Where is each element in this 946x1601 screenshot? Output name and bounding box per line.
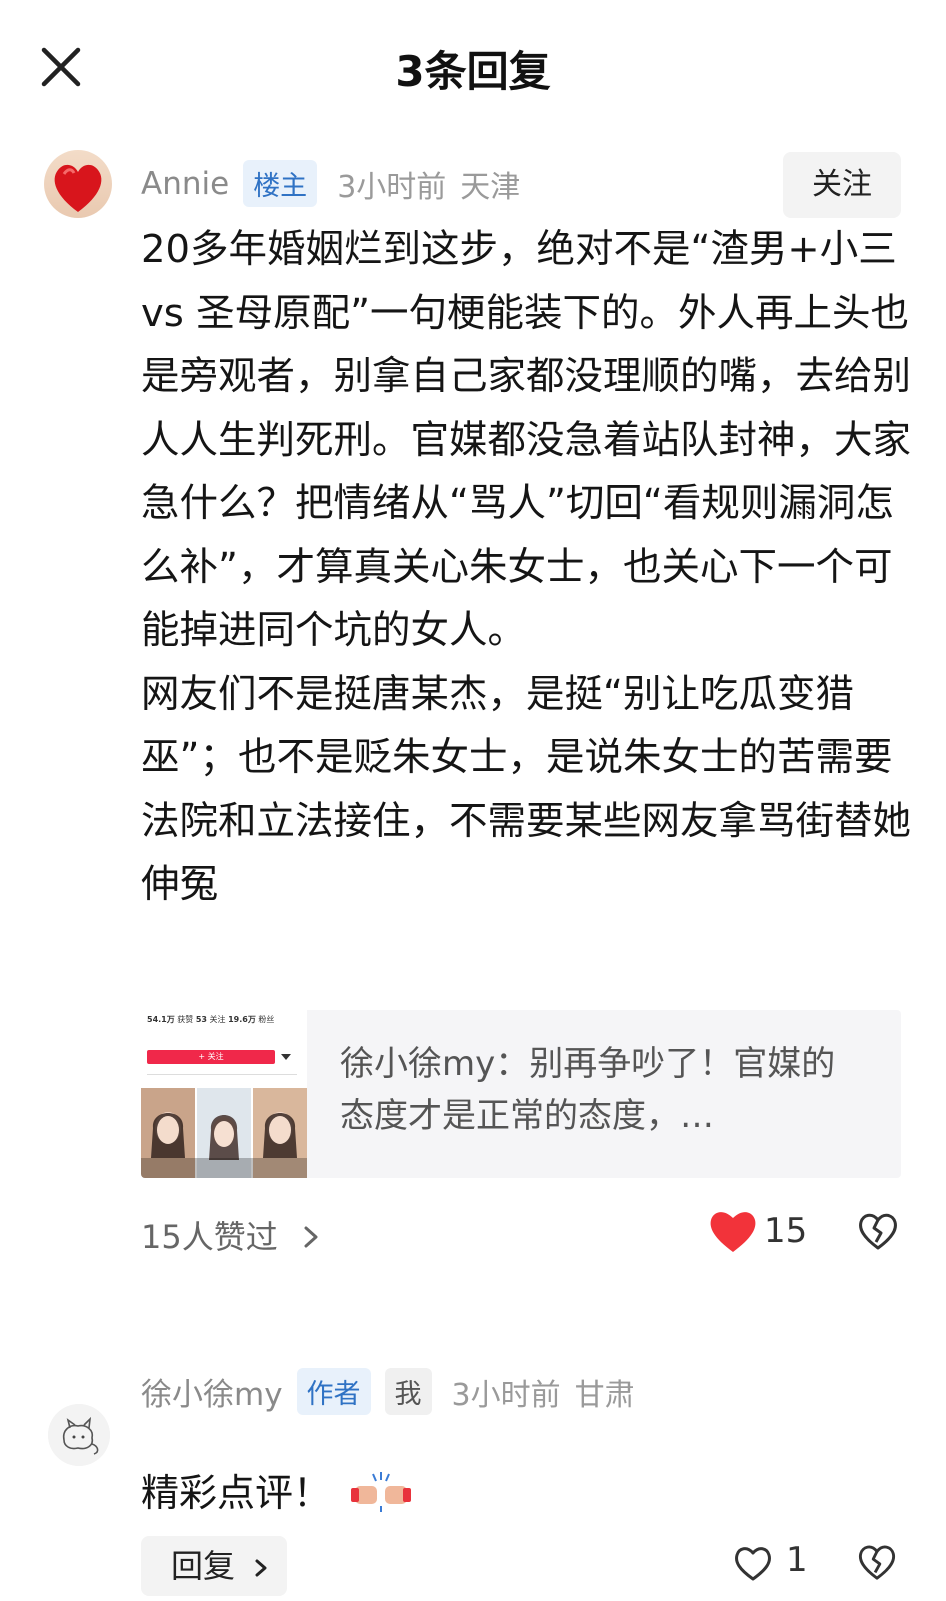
thumbnail-dropdown-icon bbox=[281, 1054, 291, 1060]
reply-location: 甘肃 bbox=[574, 1377, 635, 1413]
comment-paragraph: 网友们不是挺唐某杰，是挺“别让吃瓜变猎巫”；也不是贬朱女士，是说朱女士的苦需要法… bbox=[141, 671, 912, 908]
text-fade bbox=[400, 920, 520, 980]
liked-by-link[interactable]: 15人赞过 bbox=[141, 1212, 322, 1258]
dislike-icon[interactable] bbox=[857, 1542, 897, 1582]
reply-like-count: 1 bbox=[786, 1540, 808, 1580]
owner-badge: 楼主 bbox=[243, 160, 318, 207]
reply-text: 精彩点评！ bbox=[141, 1462, 412, 1517]
comment-location: 天津 bbox=[460, 169, 521, 205]
like-heart-icon[interactable] bbox=[708, 1208, 758, 1254]
chevron-right-icon bbox=[255, 1559, 267, 1577]
comment-text: 20多年婚姻烂到这步，绝对不是“渣男+小三 vs 圣母原配”一句梗能装下的。外人… bbox=[141, 218, 911, 917]
fist-bump-emoji-icon bbox=[351, 1472, 412, 1512]
heart-balloon-avatar-icon bbox=[44, 150, 112, 218]
liked-by-label: 15人赞过 bbox=[141, 1218, 278, 1256]
video-grid-icon bbox=[141, 1088, 307, 1178]
avatar[interactable] bbox=[44, 150, 112, 218]
divider bbox=[147, 1074, 297, 1075]
dislike-icon[interactable] bbox=[857, 1210, 899, 1252]
cat-sketch-avatar-icon bbox=[48, 1404, 110, 1466]
thumbnail-follow-button: + 关注 bbox=[147, 1050, 275, 1064]
video-thumbnail[interactable]: 54.1万 获赞 53 关注 19.6万 粉丝 + 关注 bbox=[141, 1010, 307, 1178]
like-heart-outline-icon[interactable] bbox=[733, 1544, 773, 1582]
follow-button[interactable]: 关注 bbox=[783, 152, 901, 218]
comment-time: 3小时前 bbox=[337, 169, 447, 205]
like-count: 15 bbox=[764, 1211, 808, 1251]
quoted-post-card[interactable]: 54.1万 获赞 53 关注 19.6万 粉丝 + 关注 徐小徐my：别再争吵了… bbox=[141, 1010, 901, 1178]
reply-button[interactable]: 回复 bbox=[141, 1536, 287, 1596]
author-badge: 作者 bbox=[296, 1368, 371, 1415]
avatar[interactable] bbox=[48, 1404, 110, 1466]
username[interactable]: Annie bbox=[141, 166, 229, 202]
reply-username[interactable]: 徐小徐my bbox=[141, 1369, 283, 1414]
comment-paragraph: 20多年婚姻烂到这步，绝对不是“渣男+小三 vs 圣母原配”一句梗能装下的。外人… bbox=[141, 227, 912, 653]
me-badge: 我 bbox=[384, 1368, 432, 1415]
thumbnail-stats: 54.1万 获赞 53 关注 19.6万 粉丝 bbox=[147, 1015, 275, 1024]
reply-time: 3小时前 bbox=[451, 1377, 561, 1413]
chevron-right-icon bbox=[304, 1226, 318, 1248]
reply-button-label: 回复 bbox=[171, 1547, 236, 1585]
page-title: 3条回复 bbox=[395, 47, 551, 96]
quoted-text: 徐小徐my：别再争吵了！官媒的态度才是正常的态度，… bbox=[340, 1044, 836, 1136]
reply-text-content: 精彩点评！ bbox=[141, 1471, 332, 1515]
